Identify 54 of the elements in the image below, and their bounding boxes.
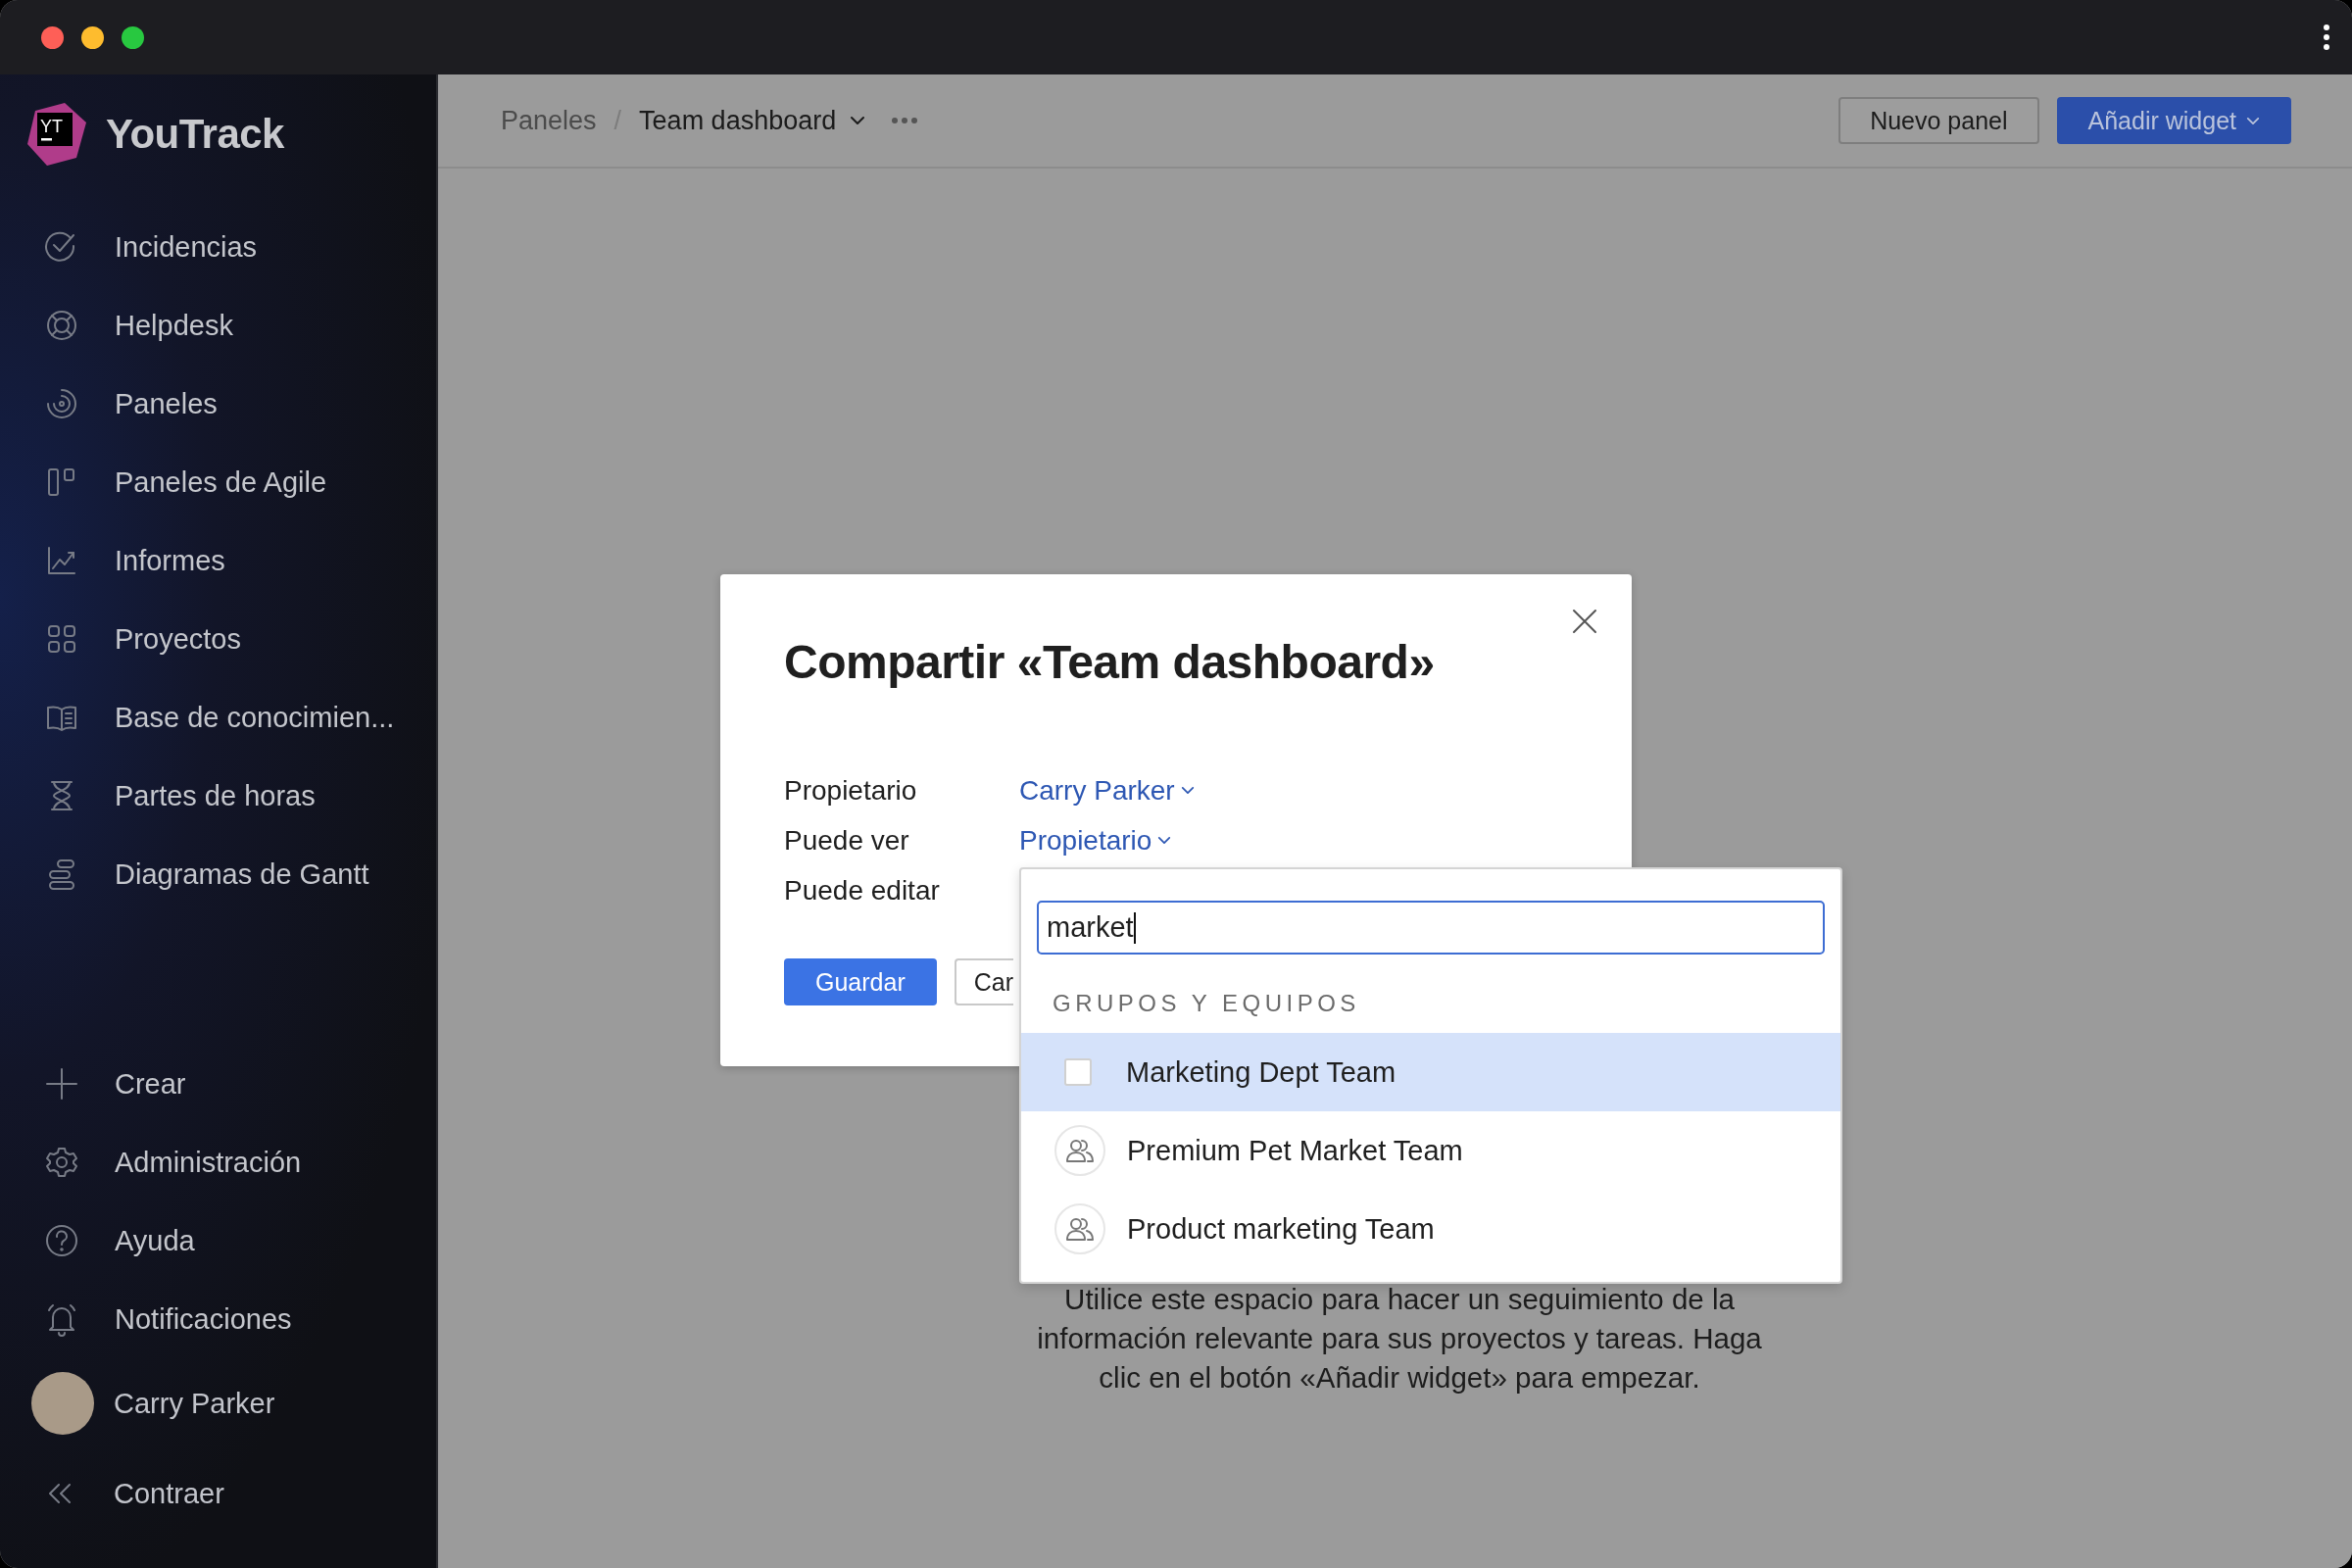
sidebar-item[interactable]: Partes de horas: [0, 757, 436, 835]
cancel-button[interactable]: Car: [954, 958, 1013, 1005]
group-icon: [1054, 1125, 1105, 1176]
dialog-title: Compartir «Team dashboard»: [784, 635, 1436, 689]
team-option[interactable]: Marketing Dept Team: [1021, 1033, 1840, 1111]
sidebar-item[interactable]: Notificaciones: [0, 1280, 436, 1358]
save-button[interactable]: Guardar: [784, 958, 937, 1005]
empty-state-text: Utilice este espacio para hacer un seguimiento de la información relevante para sus proyectos y tareas. Haga clic en el botón «Añadir widget» para empezar.: [1036, 1282, 1763, 1396]
field-label: Propietario: [784, 774, 918, 807]
add-widget-button[interactable]: Añadir widget: [2056, 97, 2291, 144]
value-dropdown[interactable]: Carry Parker: [1019, 774, 1195, 807]
sidebar-item[interactable]: Informes: [0, 521, 436, 600]
chevron-down-icon: [1157, 836, 1172, 845]
maximize-window-button[interactable]: [122, 25, 144, 49]
sidebar-item[interactable]: Paneles de Agile: [0, 443, 436, 521]
sidebar-item[interactable]: Ayuda: [0, 1201, 436, 1280]
section-heading: GRUPOS Y EQUIPOS: [1053, 990, 1361, 1018]
sidebar-item[interactable]: Base de conocimien...: [0, 678, 436, 757]
help-icon: [44, 1223, 79, 1258]
minimize-window-button[interactable]: [81, 25, 104, 49]
sidebar-item[interactable]: Proyectos: [0, 600, 436, 678]
chevron-down-icon: [2246, 116, 2260, 125]
lifebuoy-icon: [44, 308, 79, 343]
close-window-button[interactable]: [41, 25, 64, 49]
field-label: Puede editar: [784, 874, 941, 906]
team-option[interactable]: Product marketing Team: [1021, 1190, 1840, 1268]
sidebar-item[interactable]: Diagramas de Gantt: [0, 835, 436, 913]
new-panel-button[interactable]: Nuevo panel: [1838, 97, 2039, 144]
checkbox[interactable]: [1064, 1058, 1092, 1086]
sidebar-item[interactable]: Incidencias: [0, 208, 436, 286]
logo-icon: YT: [25, 101, 88, 168]
plus-icon: [44, 1066, 79, 1102]
group-icon: [1054, 1203, 1105, 1254]
chevron-down-icon: [1180, 786, 1195, 795]
breadcrumb-dropdown[interactable]: Team dashboard: [639, 105, 866, 136]
user-profile-item[interactable]: Carry Parker: [0, 1358, 436, 1448]
breadcrumb-separator: /: [613, 105, 622, 136]
more-horizontal-icon[interactable]: [891, 117, 919, 124]
double-chevron-left-icon: [47, 1483, 73, 1504]
team-option[interactable]: Premium Pet Market Team: [1021, 1111, 1840, 1190]
settings-icon: [44, 1145, 79, 1180]
collapse-sidebar-button[interactable]: Contraer: [0, 1448, 436, 1539]
chevron-down-icon: [850, 116, 866, 125]
sidebar-item[interactable]: Crear: [0, 1045, 436, 1123]
value-dropdown[interactable]: Propietario: [1019, 824, 1172, 857]
field-label: Puede ver: [784, 824, 910, 857]
search-field[interactable]: market: [1037, 901, 1825, 955]
sidebar-item[interactable]: Administración: [0, 1123, 436, 1201]
close-icon[interactable]: [1572, 609, 1597, 634]
sidebar-item[interactable]: Paneles: [0, 365, 436, 443]
sidebar-item[interactable]: Helpdesk: [0, 286, 436, 365]
app-logo-text: YouTrack: [106, 111, 284, 158]
more-vertical-icon[interactable]: [2323, 24, 2330, 51]
spiral-icon: [44, 386, 79, 421]
